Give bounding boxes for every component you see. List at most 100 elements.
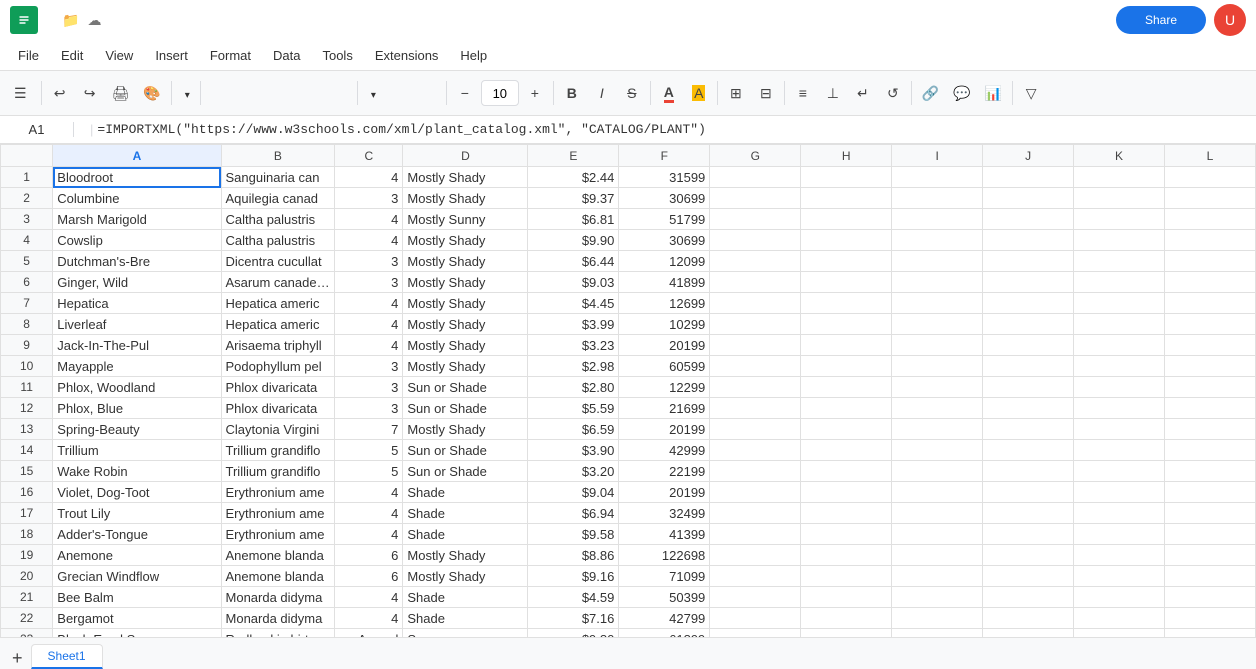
cell-h14[interactable] (801, 440, 892, 461)
cell-l21[interactable] (1164, 587, 1255, 608)
cell-i22[interactable] (892, 608, 983, 629)
cell-g2[interactable] (710, 188, 801, 209)
cell-j5[interactable] (983, 251, 1074, 272)
font-family-dropdown[interactable] (362, 77, 442, 109)
cell-h19[interactable] (801, 545, 892, 566)
cell-a18[interactable]: Adder's-Tongue (53, 524, 221, 545)
col-header-b[interactable]: B (221, 145, 335, 167)
cell-k4[interactable] (1074, 230, 1165, 251)
cell-k18[interactable] (1074, 524, 1165, 545)
cell-l1[interactable] (1164, 167, 1255, 188)
cell-l2[interactable] (1164, 188, 1255, 209)
row-num-cell[interactable]: 5 (1, 251, 53, 272)
cell-g12[interactable] (710, 398, 801, 419)
cell-c23[interactable]: Annual (335, 629, 403, 638)
cell-c13[interactable]: 7 (335, 419, 403, 440)
cell-g19[interactable] (710, 545, 801, 566)
cell-d4[interactable]: Mostly Shady (403, 230, 528, 251)
cell-b2[interactable]: Aquilegia canad (221, 188, 335, 209)
cell-f19[interactable]: 122698 (619, 545, 710, 566)
cell-g23[interactable] (710, 629, 801, 638)
borders-button[interactable]: ⊞ (722, 77, 750, 109)
cell-j3[interactable] (983, 209, 1074, 230)
cell-e20[interactable]: $9.16 (528, 566, 619, 587)
cell-f9[interactable]: 20199 (619, 335, 710, 356)
cell-d15[interactable]: Sun or Shade (403, 461, 528, 482)
row-num-cell[interactable]: 4 (1, 230, 53, 251)
menu-help[interactable]: Help (450, 44, 497, 67)
zoom-dropdown[interactable] (176, 77, 196, 109)
cell-j16[interactable] (983, 482, 1074, 503)
row-num-cell[interactable]: 2 (1, 188, 53, 209)
cell-d11[interactable]: Sun or Shade (403, 377, 528, 398)
font-color-button[interactable]: A (655, 77, 683, 109)
cell-g11[interactable] (710, 377, 801, 398)
cell-i21[interactable] (892, 587, 983, 608)
paint-format-button[interactable]: 🎨 (137, 77, 166, 109)
cell-a13[interactable]: Spring-Beauty (53, 419, 221, 440)
cell-a11[interactable]: Phlox, Woodland (53, 377, 221, 398)
cell-k23[interactable] (1074, 629, 1165, 638)
cell-g21[interactable] (710, 587, 801, 608)
cell-i15[interactable] (892, 461, 983, 482)
link-button[interactable]: 🔗 (916, 77, 945, 109)
menu-extensions[interactable]: Extensions (365, 44, 449, 67)
cell-l7[interactable] (1164, 293, 1255, 314)
cell-j22[interactable] (983, 608, 1074, 629)
col-header-j[interactable]: J (983, 145, 1074, 167)
cell-l12[interactable] (1164, 398, 1255, 419)
cell-l22[interactable] (1164, 608, 1255, 629)
cell-h22[interactable] (801, 608, 892, 629)
cell-f2[interactable]: 30699 (619, 188, 710, 209)
cell-b11[interactable]: Phlox divaricata (221, 377, 335, 398)
cell-i13[interactable] (892, 419, 983, 440)
row-num-cell[interactable]: 7 (1, 293, 53, 314)
row-num-cell[interactable]: 16 (1, 482, 53, 503)
menu-edit[interactable]: Edit (51, 44, 93, 67)
chart-button[interactable]: 📊 (979, 77, 1008, 109)
cell-h11[interactable] (801, 377, 892, 398)
folder-icon[interactable]: 📁 (62, 12, 79, 29)
cell-a17[interactable]: Trout Lily (53, 503, 221, 524)
cell-d17[interactable]: Shade (403, 503, 528, 524)
comment-button[interactable]: 💬 (947, 77, 976, 109)
cell-d2[interactable]: Mostly Shady (403, 188, 528, 209)
num123-button[interactable] (325, 77, 353, 109)
cell-e6[interactable]: $9.03 (528, 272, 619, 293)
cell-l4[interactable] (1164, 230, 1255, 251)
cell-k8[interactable] (1074, 314, 1165, 335)
cell-b6[interactable]: Asarum canadense (221, 272, 335, 293)
cell-b15[interactable]: Trillium grandiflo (221, 461, 335, 482)
cell-l18[interactable] (1164, 524, 1255, 545)
cell-k15[interactable] (1074, 461, 1165, 482)
font-size-input[interactable] (481, 80, 519, 106)
cell-i3[interactable] (892, 209, 983, 230)
sheet-table-wrapper[interactable]: A B C D E F G H I J K L 1BloodrootSangui… (0, 144, 1256, 637)
cell-f3[interactable]: 51799 (619, 209, 710, 230)
cell-h23[interactable] (801, 629, 892, 638)
cell-g14[interactable] (710, 440, 801, 461)
cell-j2[interactable] (983, 188, 1074, 209)
cell-c19[interactable]: 6 (335, 545, 403, 566)
cell-e14[interactable]: $3.90 (528, 440, 619, 461)
cell-j10[interactable] (983, 356, 1074, 377)
cell-c5[interactable]: 3 (335, 251, 403, 272)
row-num-cell[interactable]: 1 (1, 167, 53, 188)
cell-c11[interactable]: 3 (335, 377, 403, 398)
menu-tools[interactable]: Tools (312, 44, 362, 67)
cell-a3[interactable]: Marsh Marigold (53, 209, 221, 230)
cell-c14[interactable]: 5 (335, 440, 403, 461)
cell-ref[interactable]: A1 (4, 122, 74, 137)
cell-e5[interactable]: $6.44 (528, 251, 619, 272)
cell-f5[interactable]: 12099 (619, 251, 710, 272)
cell-b7[interactable]: Hepatica americ (221, 293, 335, 314)
cell-j7[interactable] (983, 293, 1074, 314)
cell-h16[interactable] (801, 482, 892, 503)
cell-e22[interactable]: $7.16 (528, 608, 619, 629)
filter-button[interactable]: ▽ (1017, 77, 1045, 109)
cell-d6[interactable]: Mostly Shady (403, 272, 528, 293)
row-num-cell[interactable]: 9 (1, 335, 53, 356)
cell-j18[interactable] (983, 524, 1074, 545)
cell-c1[interactable]: 4 (335, 167, 403, 188)
highlight-button[interactable]: A (685, 77, 713, 109)
